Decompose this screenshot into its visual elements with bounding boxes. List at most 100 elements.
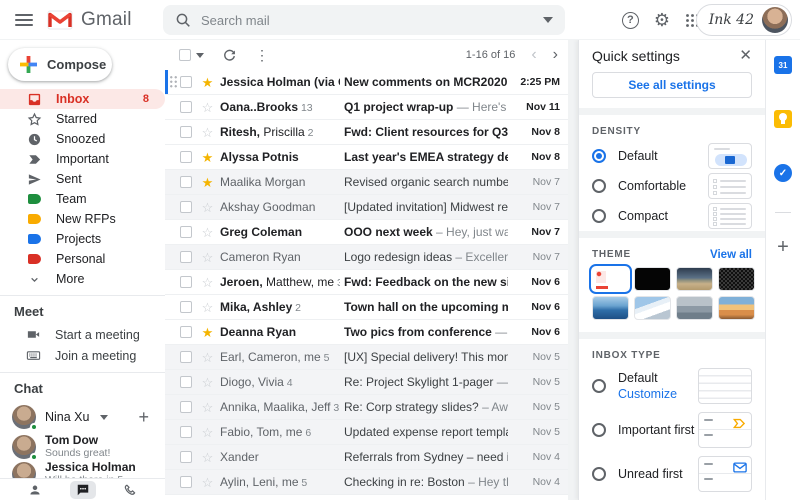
profile-avatar[interactable] bbox=[762, 7, 788, 33]
main-menu-icon[interactable] bbox=[15, 14, 33, 26]
theme-thumbnail-light-default[interactable] bbox=[592, 267, 629, 291]
row-checkbox[interactable] bbox=[180, 301, 192, 313]
row-star-icon[interactable]: ☆ bbox=[199, 301, 216, 314]
row-star-icon[interactable]: ☆ bbox=[199, 201, 216, 214]
chevron-down-icon[interactable] bbox=[100, 415, 108, 420]
row-star-icon[interactable]: ☆ bbox=[199, 351, 216, 364]
email-row[interactable]: ☆Greg ColemanOOO next week – Hey, just w… bbox=[165, 220, 568, 245]
density-option-compact[interactable]: Compact bbox=[579, 201, 765, 231]
row-star-icon[interactable]: ☆ bbox=[199, 401, 216, 414]
row-checkbox[interactable] bbox=[180, 151, 192, 163]
row-checkbox[interactable] bbox=[180, 426, 192, 438]
inbox-type-option-unread-first[interactable]: Unread first bbox=[579, 453, 765, 495]
row-star-icon[interactable]: ☆ bbox=[199, 251, 216, 264]
row-star-icon[interactable]: ★ bbox=[199, 326, 216, 339]
theme-thumbnail-ocean[interactable] bbox=[592, 296, 629, 320]
theme-thumbnail-mountain[interactable] bbox=[634, 296, 671, 320]
email-row[interactable]: ★Jessica Holman (via Goog...New comments… bbox=[165, 70, 568, 95]
row-checkbox[interactable] bbox=[180, 326, 192, 338]
select-options-icon[interactable] bbox=[196, 53, 204, 58]
density-option-comfortable[interactable]: Comfortable bbox=[579, 171, 765, 201]
sidebar-item-sent[interactable]: Sent bbox=[0, 169, 165, 189]
row-star-icon[interactable]: ★ bbox=[199, 176, 216, 189]
row-star-icon[interactable]: ☆ bbox=[199, 376, 216, 389]
contacts-icon[interactable] bbox=[22, 481, 48, 499]
email-row[interactable]: ★Deanna RyanTwo pics from conference — L… bbox=[165, 320, 568, 345]
sidebar-item-more[interactable]: More bbox=[0, 269, 165, 289]
row-star-icon[interactable]: ☆ bbox=[199, 276, 216, 289]
radio-button[interactable] bbox=[592, 179, 606, 193]
account-pill[interactable]: Ink 42 bbox=[696, 4, 792, 36]
row-checkbox[interactable] bbox=[180, 101, 192, 113]
sidebar-item-personal[interactable]: Personal bbox=[0, 249, 165, 269]
email-row[interactable]: ☆Diogo, Vivia 4Re: Project Skylight 1-pa… bbox=[165, 370, 568, 395]
inbox-type-option-important-first[interactable]: Important first bbox=[579, 409, 765, 451]
row-checkbox[interactable] bbox=[180, 176, 192, 188]
search-input[interactable] bbox=[201, 13, 533, 28]
chat-self-row[interactable]: Nina Xu + bbox=[0, 401, 165, 433]
theme-thumbnail-sunset-coast[interactable] bbox=[718, 296, 755, 320]
radio-button[interactable] bbox=[592, 467, 606, 481]
chat-contact-tom-dow[interactable]: Tom DowSounds great! bbox=[0, 433, 165, 460]
search-options-icon[interactable] bbox=[543, 17, 553, 23]
email-row[interactable]: ☆Earl, Cameron, me 5[UX] Special deliver… bbox=[165, 345, 568, 370]
sidebar-item-snoozed[interactable]: Snoozed bbox=[0, 129, 165, 149]
radio-button[interactable] bbox=[592, 423, 606, 437]
row-checkbox[interactable] bbox=[180, 476, 192, 488]
row-checkbox[interactable] bbox=[180, 451, 192, 463]
search-bar[interactable] bbox=[163, 5, 565, 35]
phone-icon[interactable] bbox=[118, 481, 144, 499]
email-row[interactable]: ☆Jeroen, Matthew, me 3Fwd: Feedback on t… bbox=[165, 270, 568, 295]
email-row[interactable]: ★Maalika MorganRevised organic search nu… bbox=[165, 170, 568, 195]
row-checkbox[interactable] bbox=[180, 351, 192, 363]
theme-view-all-link[interactable]: View all bbox=[710, 249, 752, 261]
row-checkbox[interactable] bbox=[180, 226, 192, 238]
sidebar-item-important[interactable]: Important bbox=[0, 149, 165, 169]
email-row[interactable]: ☆Mika, Ashley 2Town hall on the upcoming… bbox=[165, 295, 568, 320]
row-star-icon[interactable]: ☆ bbox=[199, 101, 216, 114]
theme-thumbnail-storm-beach[interactable] bbox=[676, 267, 713, 291]
email-row[interactable]: ☆Ritesh, Priscilla 2Fwd: Client resource… bbox=[165, 120, 568, 145]
meet-item-start-a-meeting[interactable]: Start a meeting bbox=[0, 324, 165, 345]
email-row[interactable]: ☆Aylin, Leni, me 5Checking in re: Boston… bbox=[165, 470, 568, 495]
close-icon[interactable]: ✕ bbox=[739, 48, 752, 63]
compose-button[interactable]: Compose bbox=[8, 48, 112, 81]
customize-link[interactable]: Customize bbox=[618, 387, 677, 401]
select-all-checkbox[interactable] bbox=[179, 49, 191, 61]
get-addons-icon[interactable]: + bbox=[777, 237, 789, 257]
row-checkbox[interactable] bbox=[180, 376, 192, 388]
email-row[interactable]: ☆Oana..Brooks 13Q1 project wrap-up — Her… bbox=[165, 95, 568, 120]
settings-gear-icon[interactable]: ⚙ bbox=[654, 11, 670, 29]
row-star-icon[interactable]: ☆ bbox=[199, 451, 216, 464]
sidebar-item-new-rfps[interactable]: New RFPs bbox=[0, 209, 165, 229]
row-checkbox[interactable] bbox=[180, 76, 192, 88]
row-star-icon[interactable]: ☆ bbox=[199, 426, 216, 439]
row-checkbox[interactable] bbox=[180, 276, 192, 288]
refresh-icon[interactable] bbox=[222, 48, 237, 63]
row-checkbox[interactable] bbox=[180, 401, 192, 413]
density-option-default[interactable]: Default bbox=[579, 141, 765, 171]
more-options-icon[interactable]: ⋮ bbox=[255, 47, 269, 64]
tasks-icon[interactable]: ✓ bbox=[774, 164, 792, 182]
keep-icon[interactable] bbox=[774, 110, 792, 128]
theme-thumbnail-misty-hills[interactable] bbox=[676, 296, 713, 320]
help-icon[interactable]: ? bbox=[622, 12, 639, 29]
radio-button[interactable] bbox=[592, 379, 606, 393]
theme-thumbnail-dark[interactable] bbox=[634, 267, 671, 291]
row-star-icon[interactable]: ☆ bbox=[199, 476, 216, 489]
row-star-icon[interactable]: ★ bbox=[199, 151, 216, 164]
row-star-icon[interactable]: ☆ bbox=[199, 226, 216, 239]
newer-page-icon[interactable]: ‹ bbox=[531, 47, 536, 63]
sidebar-item-team[interactable]: Team bbox=[0, 189, 165, 209]
meet-item-join-a-meeting[interactable]: Join a meeting bbox=[0, 345, 165, 366]
row-star-icon[interactable]: ☆ bbox=[199, 126, 216, 139]
new-chat-button[interactable]: + bbox=[138, 408, 149, 426]
email-row[interactable]: ☆Cameron RyanLogo redesign ideas – Excel… bbox=[165, 245, 568, 270]
chat-icon[interactable] bbox=[70, 481, 96, 499]
calendar-icon[interactable]: 31 bbox=[774, 56, 792, 74]
radio-button[interactable] bbox=[592, 209, 606, 223]
sidebar-item-starred[interactable]: Starred bbox=[0, 109, 165, 129]
row-checkbox[interactable] bbox=[180, 251, 192, 263]
email-row[interactable]: ☆Annika, Maalika, Jeff 3Re: Corp strateg… bbox=[165, 395, 568, 420]
email-row[interactable]: ☆Fabio, Tom, me 6Updated expense report … bbox=[165, 420, 568, 445]
